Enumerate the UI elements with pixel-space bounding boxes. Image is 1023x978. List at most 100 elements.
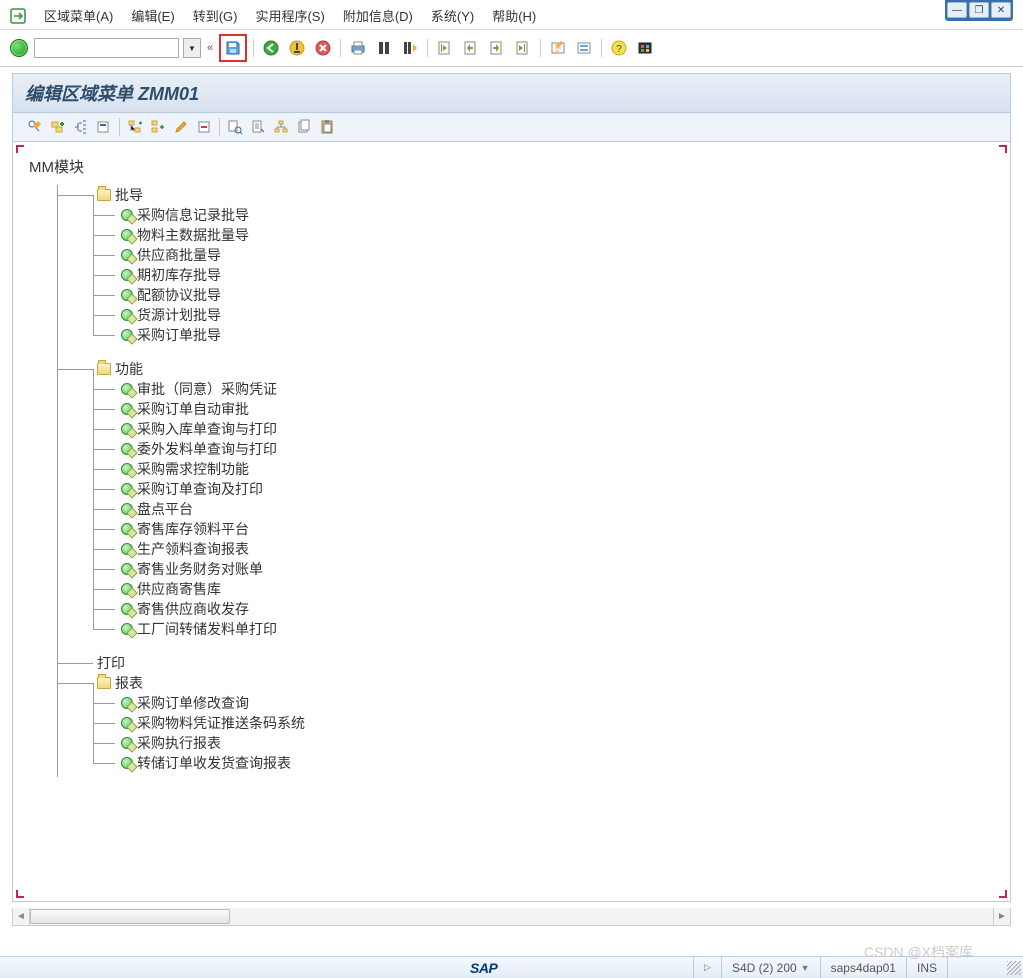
enter-button[interactable] bbox=[8, 37, 30, 59]
separator bbox=[253, 39, 254, 57]
scroll-thumb[interactable] bbox=[30, 909, 230, 924]
resize-grip-icon[interactable] bbox=[1007, 961, 1021, 975]
restore-button[interactable]: ❐ bbox=[969, 2, 989, 18]
new-session-button[interactable] bbox=[547, 37, 569, 59]
command-dropdown[interactable]: ▼ bbox=[183, 38, 201, 58]
tree-item-row[interactable]: 供应商寄售库 bbox=[117, 579, 994, 599]
prev-page-button[interactable] bbox=[460, 37, 482, 59]
transaction-icon bbox=[121, 543, 133, 555]
tree-item-row[interactable]: 审批（同意）采购凭证 bbox=[117, 379, 994, 399]
tree-folder-row[interactable]: 报表 bbox=[57, 673, 994, 693]
add-subnode-icon[interactable] bbox=[125, 117, 145, 137]
tree-item-row[interactable]: 配额协议批导 bbox=[117, 285, 994, 305]
save-button[interactable] bbox=[222, 37, 244, 59]
menu-system[interactable]: 系统(Y) bbox=[431, 6, 474, 25]
scroll-track[interactable] bbox=[29, 908, 994, 925]
menu-extra[interactable]: 附加信息(D) bbox=[343, 6, 413, 25]
first-page-button[interactable] bbox=[434, 37, 456, 59]
paste-icon[interactable] bbox=[317, 117, 337, 137]
menu-help[interactable]: 帮助(H) bbox=[492, 6, 536, 25]
exit-button[interactable] bbox=[286, 37, 308, 59]
back-button[interactable] bbox=[260, 37, 282, 59]
collapse-all-icon[interactable] bbox=[94, 117, 114, 137]
tree-folder-row[interactable]: 批导 bbox=[57, 185, 994, 205]
menu-edit[interactable]: 编辑(E) bbox=[131, 6, 174, 25]
status-system[interactable]: S4D (2) 200▼ bbox=[721, 957, 820, 978]
find-next-button[interactable] bbox=[399, 37, 421, 59]
copy-icon[interactable] bbox=[294, 117, 314, 137]
tree-item-row[interactable]: 寄售供应商收发存 bbox=[117, 599, 994, 619]
tree-item-row[interactable]: 期初库存批导 bbox=[117, 265, 994, 285]
menubar: 区域菜单(A) 编辑(E) 转到(G) 实用程序(S) 附加信息(D) 系统(Y… bbox=[0, 0, 1023, 30]
tree-item-label: 审批（同意）采购凭证 bbox=[137, 379, 277, 399]
last-page-button[interactable] bbox=[512, 37, 534, 59]
horizontal-scrollbar[interactable]: ◄ ► bbox=[12, 908, 1011, 926]
tree-item-row[interactable]: 采购需求控制功能 bbox=[117, 459, 994, 479]
transaction-icon bbox=[121, 623, 133, 635]
tree-folder-row[interactable]: 功能 bbox=[57, 359, 994, 379]
scroll-right-icon[interactable]: ► bbox=[994, 911, 1010, 922]
minimize-button[interactable]: — bbox=[947, 2, 967, 18]
sap-menu-icon[interactable] bbox=[10, 8, 26, 24]
scroll-left-icon[interactable]: ◄ bbox=[13, 911, 29, 922]
collapse-toolbar-icon[interactable]: « bbox=[205, 42, 215, 54]
tree-item-row[interactable]: 寄售库存领料平台 bbox=[117, 519, 994, 539]
tree-item-row[interactable]: 货源计划批导 bbox=[117, 305, 994, 325]
close-button[interactable]: ✕ bbox=[991, 2, 1011, 18]
tree-item-row[interactable]: 委外发料单查询与打印 bbox=[117, 439, 994, 459]
transaction-icon bbox=[121, 583, 133, 595]
tree-item-row[interactable]: 采购订单自动审批 bbox=[117, 399, 994, 419]
command-field[interactable] bbox=[34, 38, 179, 58]
add-node-icon[interactable] bbox=[48, 117, 68, 137]
add-same-level-icon[interactable] bbox=[148, 117, 168, 137]
find-button[interactable] bbox=[373, 37, 395, 59]
tree-item-row[interactable]: 采购入库单查询与打印 bbox=[117, 419, 994, 439]
tree-item-label: 生产领料查询报表 bbox=[137, 539, 249, 559]
tree-item-row[interactable]: 采购信息记录批导 bbox=[117, 205, 994, 225]
menu-utils[interactable]: 实用程序(S) bbox=[255, 6, 324, 25]
tree-item-row[interactable]: 采购订单修改查询 bbox=[117, 693, 994, 713]
transaction-icon bbox=[121, 523, 133, 535]
expand-all-icon[interactable] bbox=[71, 117, 91, 137]
next-page-button[interactable] bbox=[486, 37, 508, 59]
tree-item-row[interactable]: 生产领料查询报表 bbox=[117, 539, 994, 559]
transaction-icon bbox=[121, 697, 133, 709]
tree-item-row[interactable]: 寄售业务财务对账单 bbox=[117, 559, 994, 579]
display-toggle-icon[interactable] bbox=[25, 117, 45, 137]
find-node-icon[interactable] bbox=[225, 117, 245, 137]
menu-goto[interactable]: 转到(G) bbox=[193, 6, 238, 25]
tree-item-row[interactable]: 采购订单批导 bbox=[117, 325, 994, 345]
tree-item-row[interactable]: 工厂间转储发料单打印 bbox=[117, 619, 994, 639]
tree-node-label: 报表 bbox=[115, 673, 143, 693]
cancel-button[interactable] bbox=[312, 37, 334, 59]
tree-item-row[interactable]: 供应商批量导 bbox=[117, 245, 994, 265]
tree-item-row[interactable]: 盘点平台 bbox=[117, 499, 994, 519]
tree-area[interactable]: MM模块批导采购信息记录批导物料主数据批量导供应商批量导期初库存批导配额协议批导… bbox=[12, 142, 1011, 902]
tree-item-row[interactable]: 物料主数据批量导 bbox=[117, 225, 994, 245]
transaction-icon bbox=[121, 563, 133, 575]
tree-item-row[interactable]: 采购订单查询及打印 bbox=[117, 479, 994, 499]
svg-text:?: ? bbox=[616, 44, 622, 55]
tree-item-label: 盘点平台 bbox=[137, 499, 193, 519]
tree-root-label[interactable]: MM模块 bbox=[29, 156, 994, 177]
customize-layout-button[interactable] bbox=[634, 37, 656, 59]
delete-node-icon[interactable] bbox=[194, 117, 214, 137]
tree-item-row[interactable]: 采购执行报表 bbox=[117, 733, 994, 753]
tree-item-label: 寄售供应商收发存 bbox=[137, 599, 249, 619]
tree-folder-row[interactable]: 打印 bbox=[57, 653, 994, 673]
tree-item-label: 货源计划批导 bbox=[137, 305, 221, 325]
tree-item-row[interactable]: 采购物料凭证推送条码系统 bbox=[117, 713, 994, 733]
hierarchy-icon[interactable] bbox=[271, 117, 291, 137]
tree-item-label: 工厂间转储发料单打印 bbox=[137, 619, 277, 639]
transaction-icon bbox=[121, 249, 133, 261]
where-used-icon[interactable] bbox=[248, 117, 268, 137]
create-shortcut-button[interactable] bbox=[573, 37, 595, 59]
tree-item-label: 采购需求控制功能 bbox=[137, 459, 249, 479]
help-button[interactable]: ? bbox=[608, 37, 630, 59]
transaction-icon bbox=[121, 503, 133, 515]
edit-node-icon[interactable] bbox=[171, 117, 191, 137]
print-button[interactable] bbox=[347, 37, 369, 59]
menu-area[interactable]: 区域菜单(A) bbox=[44, 6, 113, 25]
tree-item-row[interactable]: 转储订单收发货查询报表 bbox=[117, 753, 994, 773]
status-nav[interactable]: ▷ bbox=[693, 957, 721, 978]
